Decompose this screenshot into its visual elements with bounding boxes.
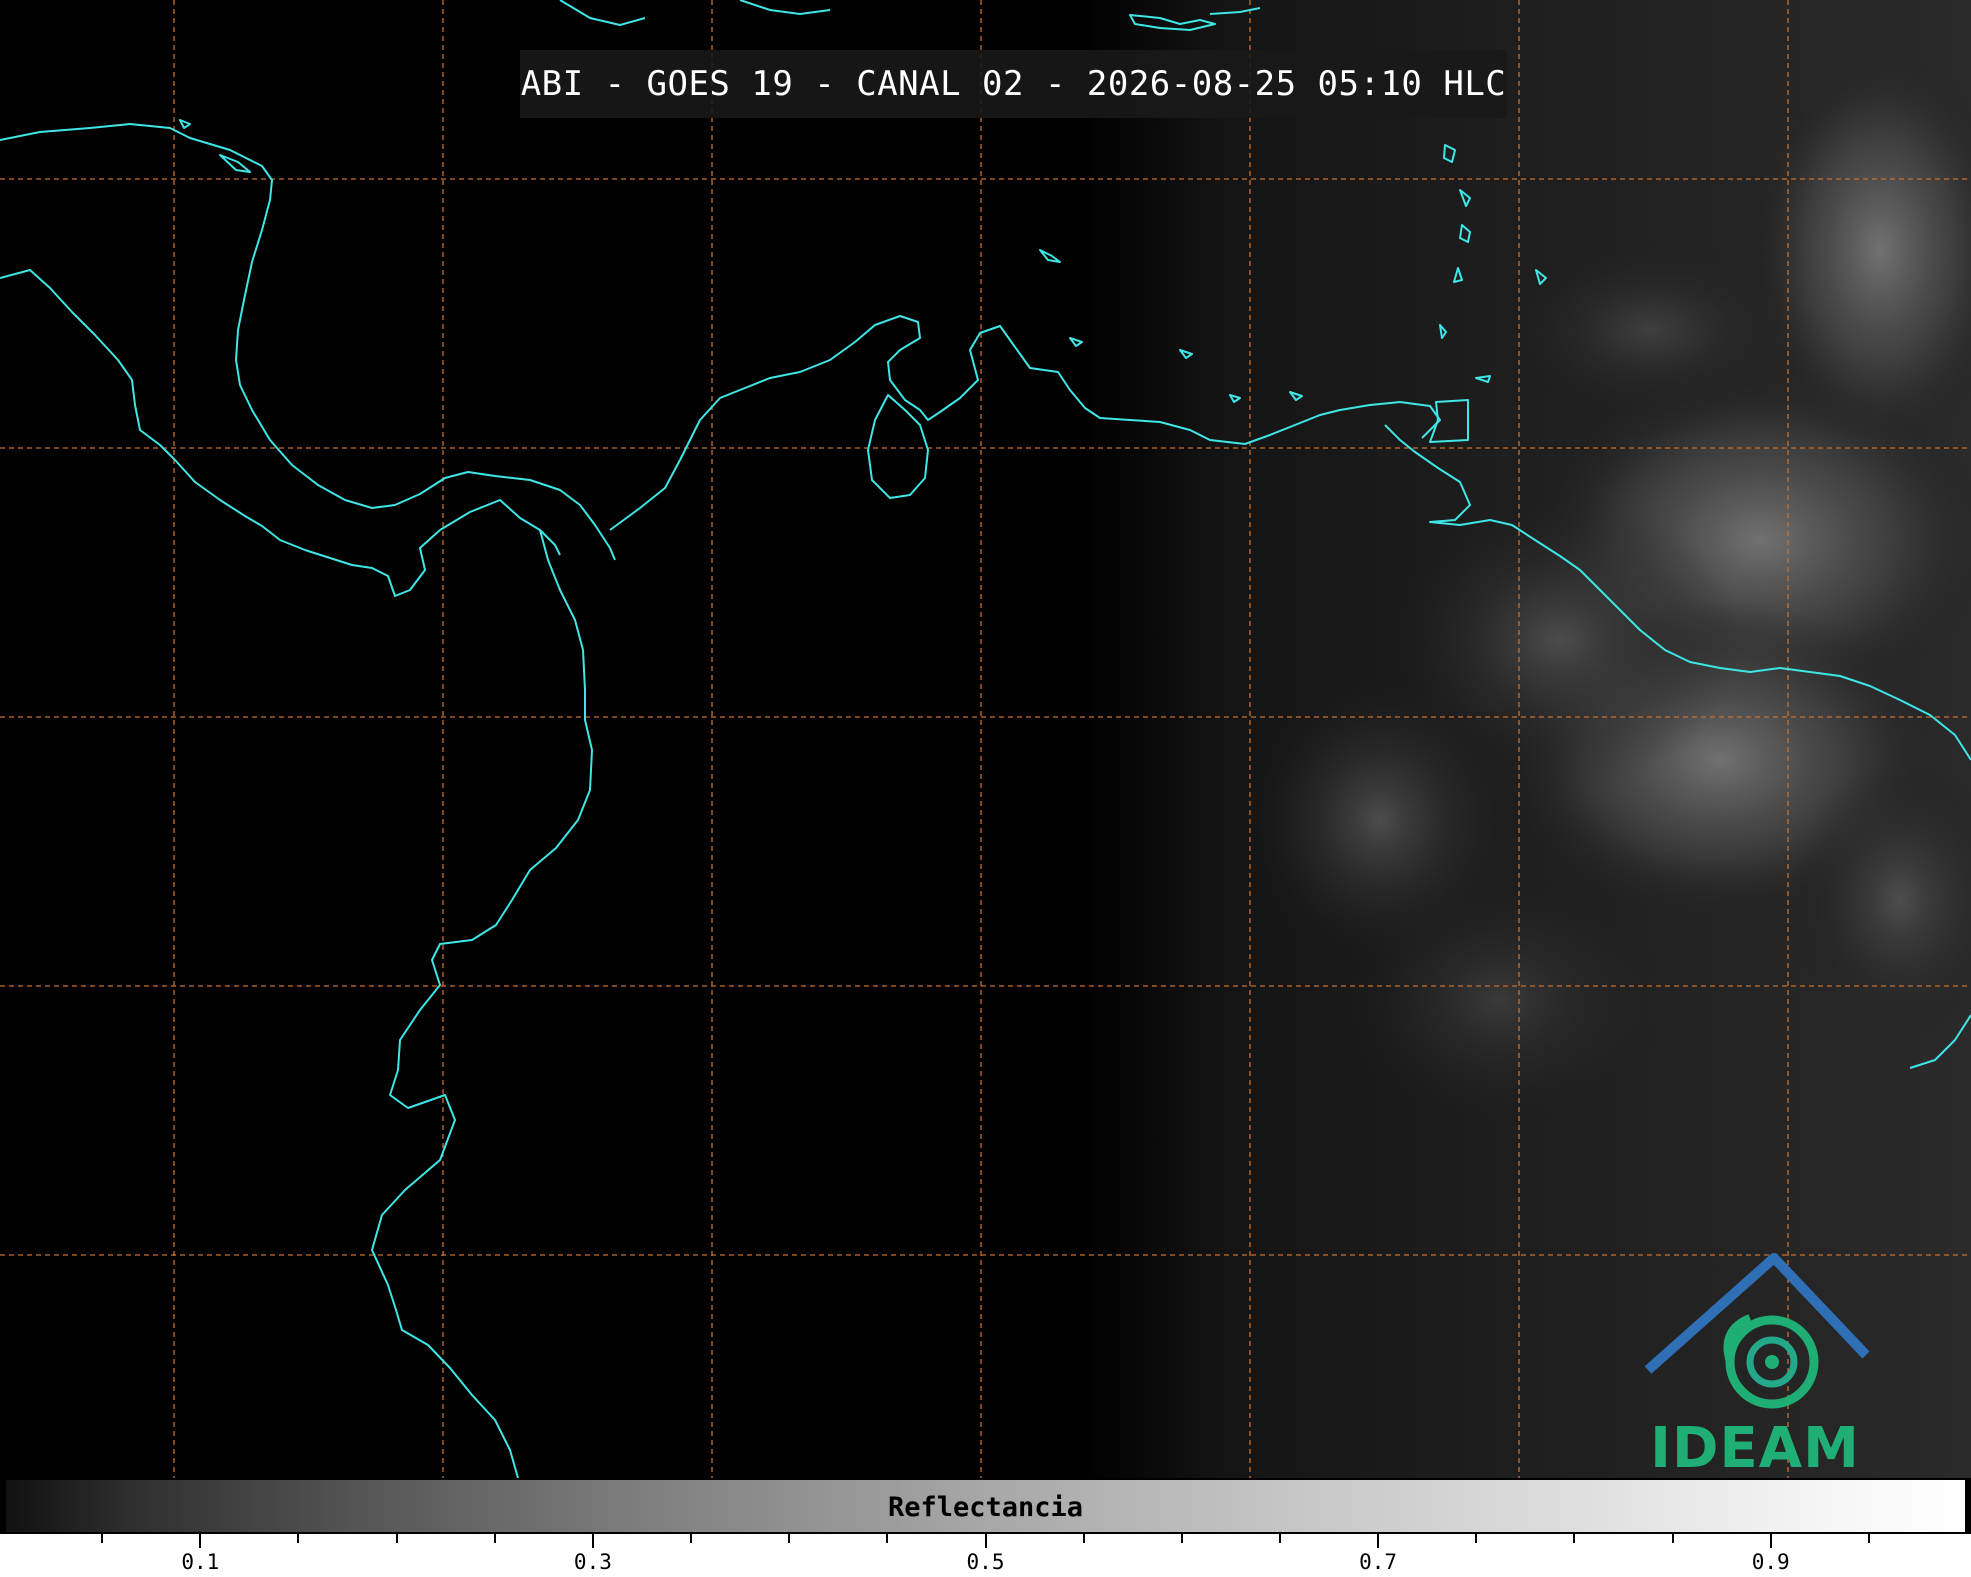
colorbar-major-tick <box>984 1534 987 1548</box>
colorbar-tick-label: 0.9 <box>1751 1550 1790 1574</box>
colorbar-minor-tick <box>886 1534 889 1543</box>
map-title: ABI - GOES 19 - CANAL 02 - 2026-08-25 05… <box>520 64 1507 104</box>
colorbar-minor-tick <box>1082 1534 1085 1543</box>
colorbar-major-tick <box>1377 1534 1380 1548</box>
colorbar-minor-tick <box>788 1534 791 1543</box>
colorbar-minor-tick <box>101 1534 104 1543</box>
colorbar-tick-label: 0.3 <box>573 1550 612 1574</box>
colorbar-major-tick <box>1769 1534 1772 1548</box>
colorbar-minor-tick <box>1180 1534 1183 1543</box>
colorbar-minor-tick <box>1278 1534 1281 1543</box>
colorbar-axis: 0.1 0.3 0.5 0.7 0.9 <box>0 1534 1971 1577</box>
colorbar-minor-tick <box>1475 1534 1478 1543</box>
title-banner: ABI - GOES 19 - CANAL 02 - 2026-08-25 05… <box>520 50 1507 118</box>
ideam-logo-text: IDEAM <box>1650 1416 1860 1481</box>
colorbar-minor-tick <box>1573 1534 1576 1543</box>
colorbar-major-tick <box>199 1534 202 1548</box>
colorbar-minor-tick <box>1671 1534 1674 1543</box>
ideam-logo: IDEAM <box>1640 1250 1870 1481</box>
colorbar-tick-label: 0.7 <box>1359 1550 1398 1574</box>
colorbar-major-tick <box>591 1534 594 1548</box>
colorbar-minor-tick <box>690 1534 693 1543</box>
colorbar-minor-tick <box>395 1534 398 1543</box>
colorbar-tick-label: 0.5 <box>966 1550 1005 1574</box>
colorbar-tick-label: 0.1 <box>181 1550 220 1574</box>
colorbar-minor-tick <box>297 1534 300 1543</box>
colorbar-minor-tick <box>1867 1534 1870 1543</box>
reflectance-colorbar: Reflectancia <box>4 1478 1967 1534</box>
colorbar-label: Reflectancia <box>887 1492 1084 1523</box>
colorbar-minor-tick <box>493 1534 496 1543</box>
